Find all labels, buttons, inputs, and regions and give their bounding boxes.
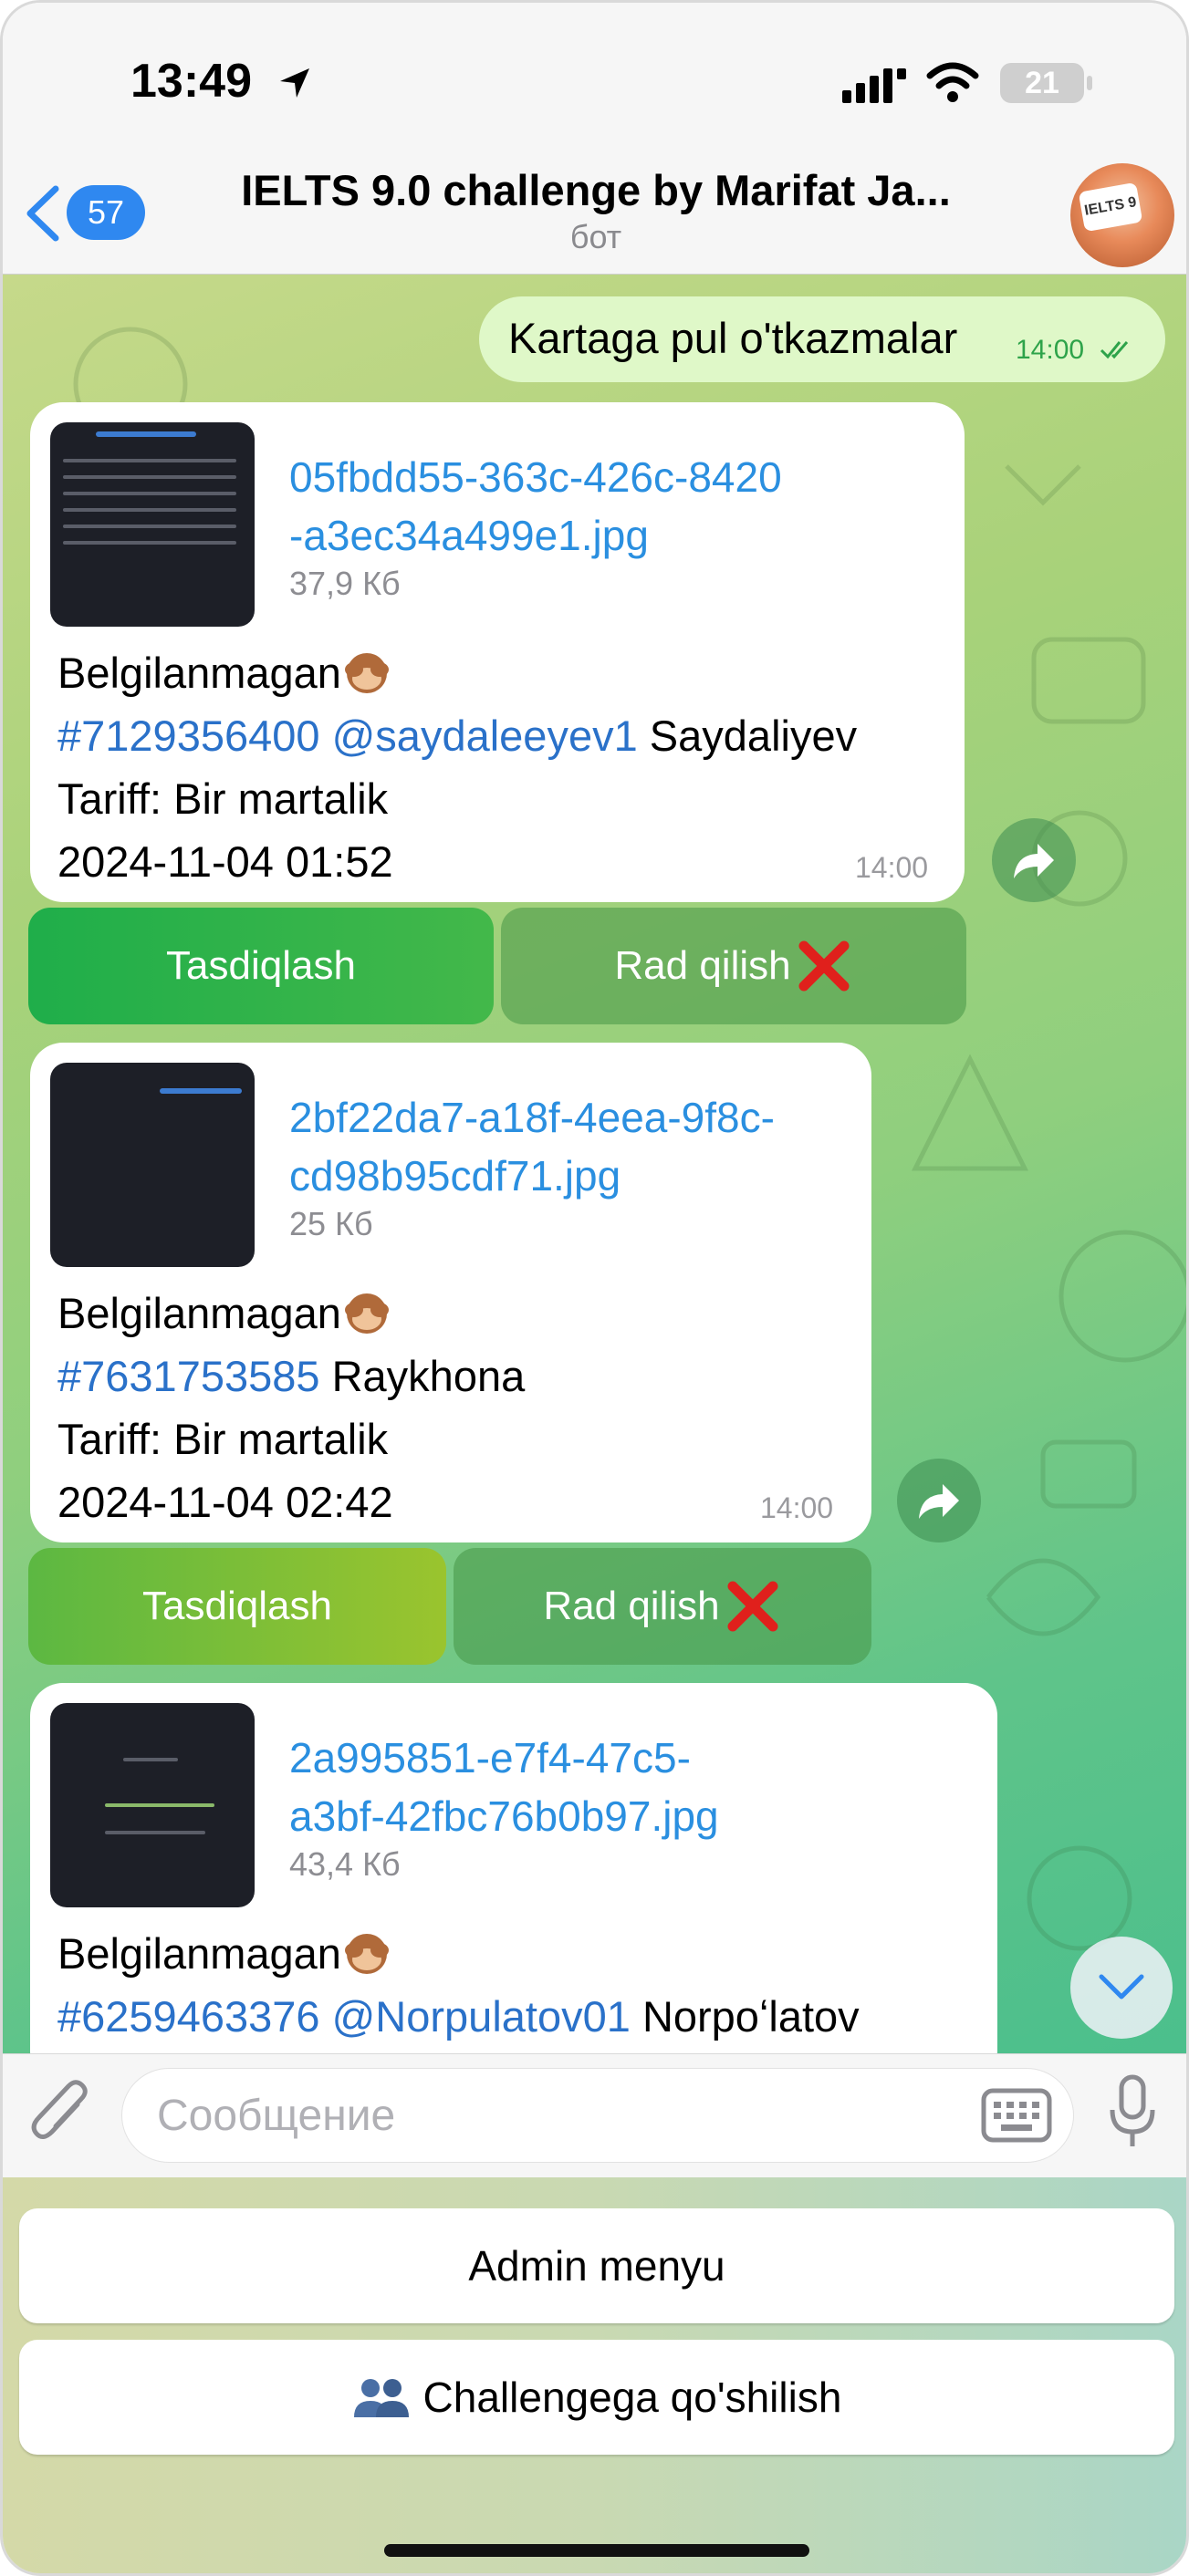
message-input-placeholder: Сообщение	[157, 2092, 396, 2140]
admin-menu-button[interactable]: Admin menyu	[19, 2208, 1174, 2323]
outgoing-message-text: Kartaga pul o'tkazmalar	[508, 314, 958, 362]
forward-button[interactable]	[992, 818, 1076, 902]
people-icon	[353, 2379, 409, 2417]
message-input[interactable]: Сообщение	[121, 2068, 1074, 2163]
reject-button[interactable]: Rad qilish	[501, 908, 966, 1024]
message-text: Belgilanmagan #7129356400 @saydaleeyev1 …	[57, 641, 857, 893]
image-thumbnail[interactable]	[50, 1703, 255, 1907]
battery-tip	[1087, 76, 1092, 90]
location-arrow-icon	[280, 68, 309, 98]
battery-indicator: 21	[1000, 63, 1084, 103]
see-no-evil-monkey-icon	[344, 653, 389, 693]
scroll-to-bottom-button[interactable]	[1070, 1937, 1173, 2039]
microphone-icon[interactable]	[1107, 2073, 1158, 2150]
user-id-link[interactable]: #7631753585	[57, 1352, 320, 1400]
incoming-message[interactable]: 05fbdd55-363c-426c-8420 -a3ec34a499e1.jp…	[30, 402, 965, 902]
home-indicator	[384, 2544, 809, 2557]
image-thumbnail[interactable]	[50, 1063, 255, 1267]
double-check-icon	[1100, 341, 1129, 359]
status-text: Belgilanmagan	[57, 1929, 341, 1978]
image-thumbnail[interactable]	[50, 422, 255, 627]
reject-button[interactable]: Rad qilish	[454, 1548, 871, 1665]
avatar-label: IELTS 9	[1078, 182, 1143, 233]
incoming-message[interactable]: 2a995851-e7f4-47c5- a3bf-42fbc76b0b97.jp…	[30, 1683, 997, 2084]
username-link[interactable]: @Norpulatov01	[332, 1992, 631, 2041]
user-name: Saydaliyev	[649, 712, 858, 760]
red-cross-icon	[727, 1581, 778, 1632]
tariff-text: Tariff: Bir martalik	[57, 774, 389, 823]
file-name[interactable]: 2bf22da7-a18f-4eea-9f8c- cd98b95cdf71.jp…	[289, 1088, 775, 1205]
bot-avatar[interactable]: IELTS 9	[1070, 163, 1174, 267]
file-size: 25 Кб	[289, 1205, 373, 1242]
file-size: 43,4 Кб	[289, 1845, 401, 1883]
file-name[interactable]: 2a995851-e7f4-47c5- a3bf-42fbc76b0b97.jp…	[289, 1729, 719, 1845]
approve-button[interactable]: Tasdiqlash	[28, 1548, 446, 1665]
phone-screen: 13:49 21 57 IELTS 9.0 challenge by Marif…	[0, 0, 1189, 2576]
paperclip-icon[interactable]	[28, 2073, 94, 2154]
forward-icon	[1014, 844, 1054, 878]
datetime-text: 2024-11-04 02:42	[57, 1478, 393, 1526]
back-chevron-icon[interactable]	[21, 183, 63, 244]
keyboard-icon[interactable]	[981, 2088, 1052, 2143]
forward-button[interactable]	[897, 1459, 981, 1542]
outgoing-message[interactable]: Kartaga pul o'tkazmalar 14:00	[479, 296, 1165, 382]
status-text: Belgilanmagan	[57, 649, 341, 697]
unread-count-badge[interactable]: 57	[67, 185, 145, 240]
username-link[interactable]: @saydaleeyev1	[332, 712, 638, 760]
message-text: Belgilanmagan #7631753585 Raykhona Tarif…	[57, 1282, 525, 1533]
user-name: Raykhona	[331, 1352, 526, 1400]
chevron-down-icon	[1099, 1974, 1144, 2000]
outgoing-message-time: 14:00	[1016, 335, 1085, 365]
forward-icon	[919, 1484, 959, 1519]
see-no-evil-monkey-icon	[344, 1293, 389, 1334]
status-time: 13:49	[130, 55, 252, 108]
chat-subtitle: бот	[569, 218, 622, 255]
approve-button[interactable]: Tasdiqlash	[28, 908, 494, 1024]
tariff-text: Tariff: Bir martalik	[57, 1415, 389, 1463]
see-no-evil-monkey-icon	[344, 1934, 389, 1974]
user-id-link[interactable]: #7129356400	[57, 712, 320, 760]
red-cross-icon	[798, 940, 850, 992]
user-name: Norpoʻlatov	[641, 1992, 860, 2041]
join-challenge-button[interactable]: Challengega qo'shilish	[19, 2340, 1174, 2455]
cellular-signal-icon	[842, 68, 906, 103]
incoming-message[interactable]: 2bf22da7-a18f-4eea-9f8c- cd98b95cdf71.jp…	[30, 1043, 871, 1542]
user-id-link[interactable]: #6259463376	[57, 1992, 320, 2041]
file-size: 37,9 Кб	[289, 565, 401, 602]
status-text: Belgilanmagan	[57, 1289, 341, 1337]
message-text: Belgilanmagan #6259463376 @Norpulatov01 …	[57, 1922, 860, 2048]
chat-title[interactable]: IELTS 9.0 challenge by Marifat Ja...	[167, 165, 1025, 215]
wifi-icon	[926, 62, 979, 102]
datetime-text: 2024-11-04 01:52	[57, 837, 393, 886]
file-name[interactable]: 05fbdd55-363c-426c-8420 -a3ec34a499e1.jp…	[289, 448, 782, 565]
message-time: 14:00	[855, 851, 929, 884]
message-time: 14:00	[760, 1491, 834, 1524]
top-bar: 13:49 21 57 IELTS 9.0 challenge by Marif…	[3, 3, 1186, 275]
